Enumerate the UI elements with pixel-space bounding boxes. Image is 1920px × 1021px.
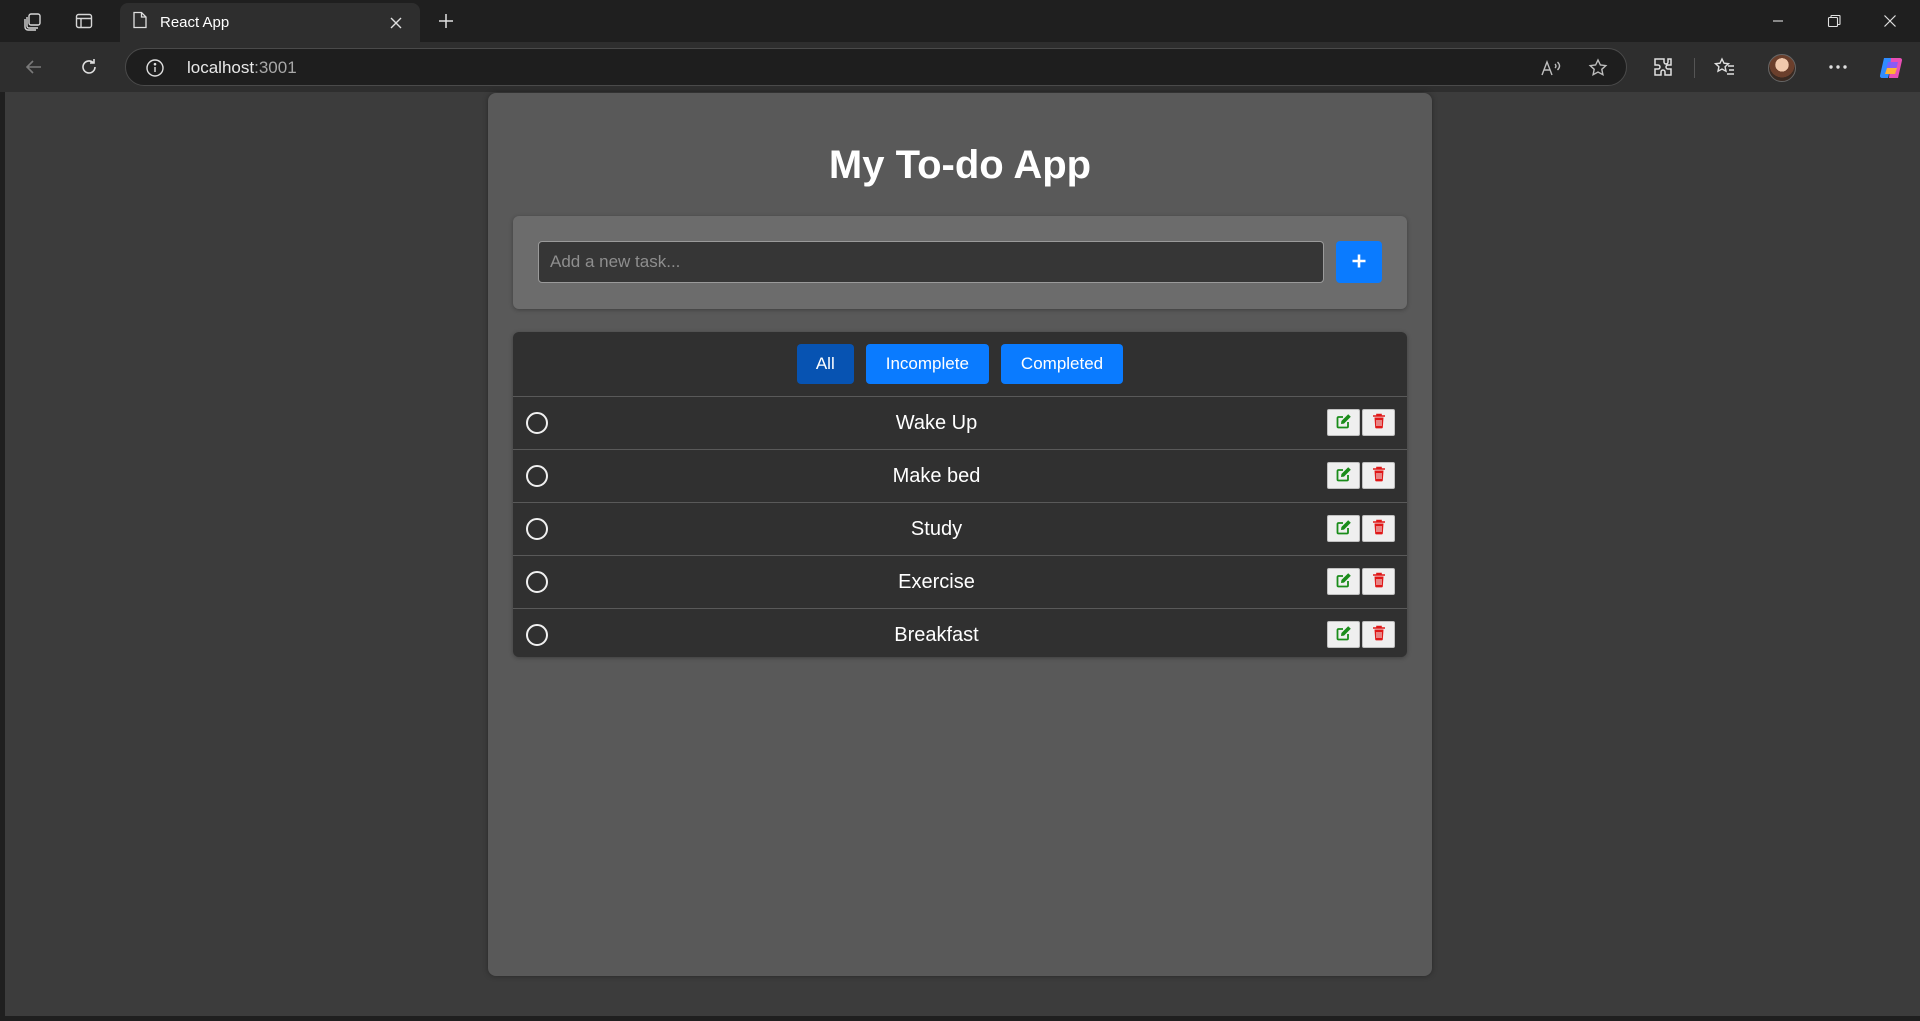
toolbar-separator: [1694, 58, 1695, 78]
trash-icon: [1372, 519, 1386, 538]
refresh-icon[interactable]: [71, 50, 107, 84]
edit-icon: [1336, 625, 1352, 644]
trash-icon: [1372, 625, 1386, 644]
browser-tab-bar: React App: [0, 0, 1920, 42]
task-actions: [1327, 515, 1395, 542]
new-task-input[interactable]: [538, 241, 1324, 283]
edit-task-button[interactable]: [1327, 409, 1360, 436]
minimize-icon[interactable]: [1750, 0, 1806, 42]
task-row: Breakfast: [513, 608, 1407, 661]
task-row: Exercise: [513, 555, 1407, 608]
url-host: localhost: [187, 58, 255, 77]
filter-completed-button[interactable]: Completed: [1000, 344, 1124, 384]
trash-icon: [1372, 572, 1386, 591]
more-options-icon[interactable]: [1820, 50, 1856, 84]
edit-icon: [1336, 519, 1352, 538]
tab-title: React App: [160, 14, 230, 31]
task-text: Breakfast: [894, 624, 979, 646]
page-icon: [132, 11, 148, 34]
back-icon[interactable]: [16, 50, 52, 84]
restore-icon[interactable]: [1806, 0, 1862, 42]
delete-task-button[interactable]: [1362, 568, 1395, 595]
read-aloud-icon[interactable]: [1534, 51, 1568, 85]
delete-task-button[interactable]: [1362, 462, 1395, 489]
add-task-section: [513, 216, 1407, 309]
browser-toolbar: localhost:3001: [0, 42, 1920, 92]
url-port: :3001: [254, 58, 297, 77]
task-text: Exercise: [898, 571, 975, 593]
copilot-icon[interactable]: [1878, 54, 1906, 82]
extensions-icon[interactable]: [1645, 50, 1681, 84]
edit-task-button[interactable]: [1327, 462, 1360, 489]
task-text: Wake Up: [895, 412, 978, 434]
edit-task-button[interactable]: [1327, 568, 1360, 595]
trash-icon: [1372, 466, 1386, 485]
page-viewport: My To-do App All Incomplete Completed Wa…: [5, 92, 1920, 1016]
task-actions: [1327, 409, 1395, 436]
task-list: Wake Up Make bed Study Exercise Breakfas…: [513, 396, 1407, 661]
trash-icon: [1372, 413, 1386, 432]
task-list-section: All Incomplete Completed Wake Up Make be…: [513, 332, 1407, 657]
filter-bar: All Incomplete Completed: [513, 332, 1407, 396]
delete-task-button[interactable]: [1362, 409, 1395, 436]
edit-icon: [1336, 413, 1352, 432]
edit-icon: [1336, 466, 1352, 485]
edit-icon: [1336, 572, 1352, 591]
edit-task-button[interactable]: [1327, 621, 1360, 648]
browser-tab-active[interactable]: React App: [120, 3, 420, 42]
vertical-tabs-icon[interactable]: [68, 7, 100, 35]
todo-app-card: My To-do App All Incomplete Completed Wa…: [488, 93, 1432, 976]
url-text: localhost:3001: [187, 58, 297, 78]
close-window-icon[interactable]: [1862, 0, 1918, 42]
task-row: Study: [513, 502, 1407, 555]
task-text: Study: [910, 518, 963, 540]
app-title: My To-do App: [828, 143, 1092, 187]
edit-task-button[interactable]: [1327, 515, 1360, 542]
task-actions: [1327, 621, 1395, 648]
task-row: Wake Up: [513, 396, 1407, 449]
favorite-star-icon[interactable]: [1581, 51, 1615, 85]
task-actions: [1327, 568, 1395, 595]
favorites-icon[interactable]: [1707, 50, 1743, 84]
task-row: Make bed: [513, 449, 1407, 502]
workspaces-icon[interactable]: [17, 7, 49, 35]
profile-avatar[interactable]: [1768, 54, 1796, 82]
filter-incomplete-button[interactable]: Incomplete: [865, 344, 989, 384]
new-tab-icon[interactable]: [430, 7, 462, 35]
site-info-icon[interactable]: [145, 58, 165, 83]
plus-icon: [1351, 253, 1367, 272]
filter-all-button[interactable]: All: [796, 344, 854, 384]
task-actions: [1327, 462, 1395, 489]
add-task-button[interactable]: [1336, 241, 1382, 283]
delete-task-button[interactable]: [1362, 621, 1395, 648]
task-text: Make bed: [892, 465, 981, 487]
address-bar[interactable]: localhost:3001: [125, 48, 1627, 86]
close-tab-icon[interactable]: [384, 11, 408, 35]
delete-task-button[interactable]: [1362, 515, 1395, 542]
